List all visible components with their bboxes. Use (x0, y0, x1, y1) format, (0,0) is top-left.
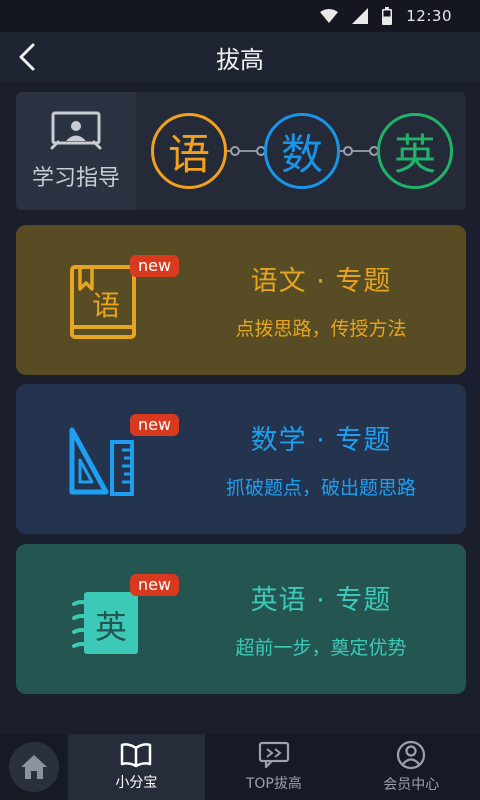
subject-math-circle[interactable]: 数 (264, 113, 340, 189)
back-button[interactable] (10, 40, 44, 74)
nav-item-top-bagao[interactable]: TOP拔高 (205, 734, 342, 800)
new-badge: new (130, 255, 180, 277)
home-button[interactable] (0, 734, 68, 800)
home-icon (20, 755, 47, 779)
chat-icon (258, 741, 289, 769)
connector-dot (230, 146, 240, 156)
subject-english-circle[interactable]: 英 (377, 113, 453, 189)
math-topic-card[interactable]: new 数学 · 专题 抓破题点，破出题思路 (16, 384, 466, 534)
status-bar: 12:30 (0, 0, 480, 32)
title-bar: 拔高 (0, 32, 480, 82)
english-topic-card[interactable]: 英 new 英语 · 专题 超前一步，奠定优势 (16, 544, 466, 694)
english-notebook-icon: 英 new (68, 572, 180, 662)
book-icon (121, 743, 152, 768)
chinese-topic-subtitle: 点拨思路，传授方法 (235, 318, 407, 340)
study-guide-button[interactable]: 学习指导 (16, 92, 136, 210)
nav-label: 小分宝 (115, 775, 158, 791)
study-guide-panel: 学习指导 语 数 英 (16, 92, 466, 210)
english-topic-title: 英语 · 专题 (250, 585, 392, 616)
presentation-icon (50, 111, 102, 150)
page-title: 拔高 (216, 45, 264, 74)
user-icon (397, 740, 426, 770)
status-time: 12:30 (406, 7, 452, 25)
new-badge: new (130, 414, 180, 436)
home-button-bg (8, 742, 59, 792)
connector-dot (343, 146, 353, 156)
wifi-icon (320, 9, 339, 23)
nav-label: TOP拔高 (245, 776, 302, 792)
chinese-topic-title: 语文 · 专题 (250, 266, 392, 297)
nav-label: 会员中心 (383, 777, 440, 793)
english-topic-subtitle: 超前一步，奠定优势 (235, 637, 407, 659)
svg-text:英: 英 (95, 608, 127, 646)
bottom-nav: 小分宝 TOP拔高 会员中心 (0, 734, 480, 800)
chinese-book-icon: 语 new (68, 253, 180, 343)
battery-icon (382, 7, 393, 25)
study-guide-label: 学习指导 (31, 166, 120, 191)
ruler-triangle-icon: new (68, 412, 180, 502)
nav-item-xiaofenbao[interactable]: 小分宝 (67, 734, 206, 800)
math-topic-subtitle: 抓破题点，破出题思路 (225, 477, 416, 499)
chinese-topic-card[interactable]: 语 new 语文 · 专题 点拨思路，传授方法 (16, 225, 466, 375)
svg-text:语: 语 (92, 289, 120, 322)
nav-item-member-center[interactable]: 会员中心 (343, 734, 480, 800)
signal-icon (352, 8, 369, 24)
new-badge: new (130, 574, 180, 596)
subject-chinese-circle[interactable]: 语 (151, 113, 227, 189)
back-arrow-icon (19, 43, 35, 71)
math-topic-title: 数学 · 专题 (250, 425, 392, 456)
